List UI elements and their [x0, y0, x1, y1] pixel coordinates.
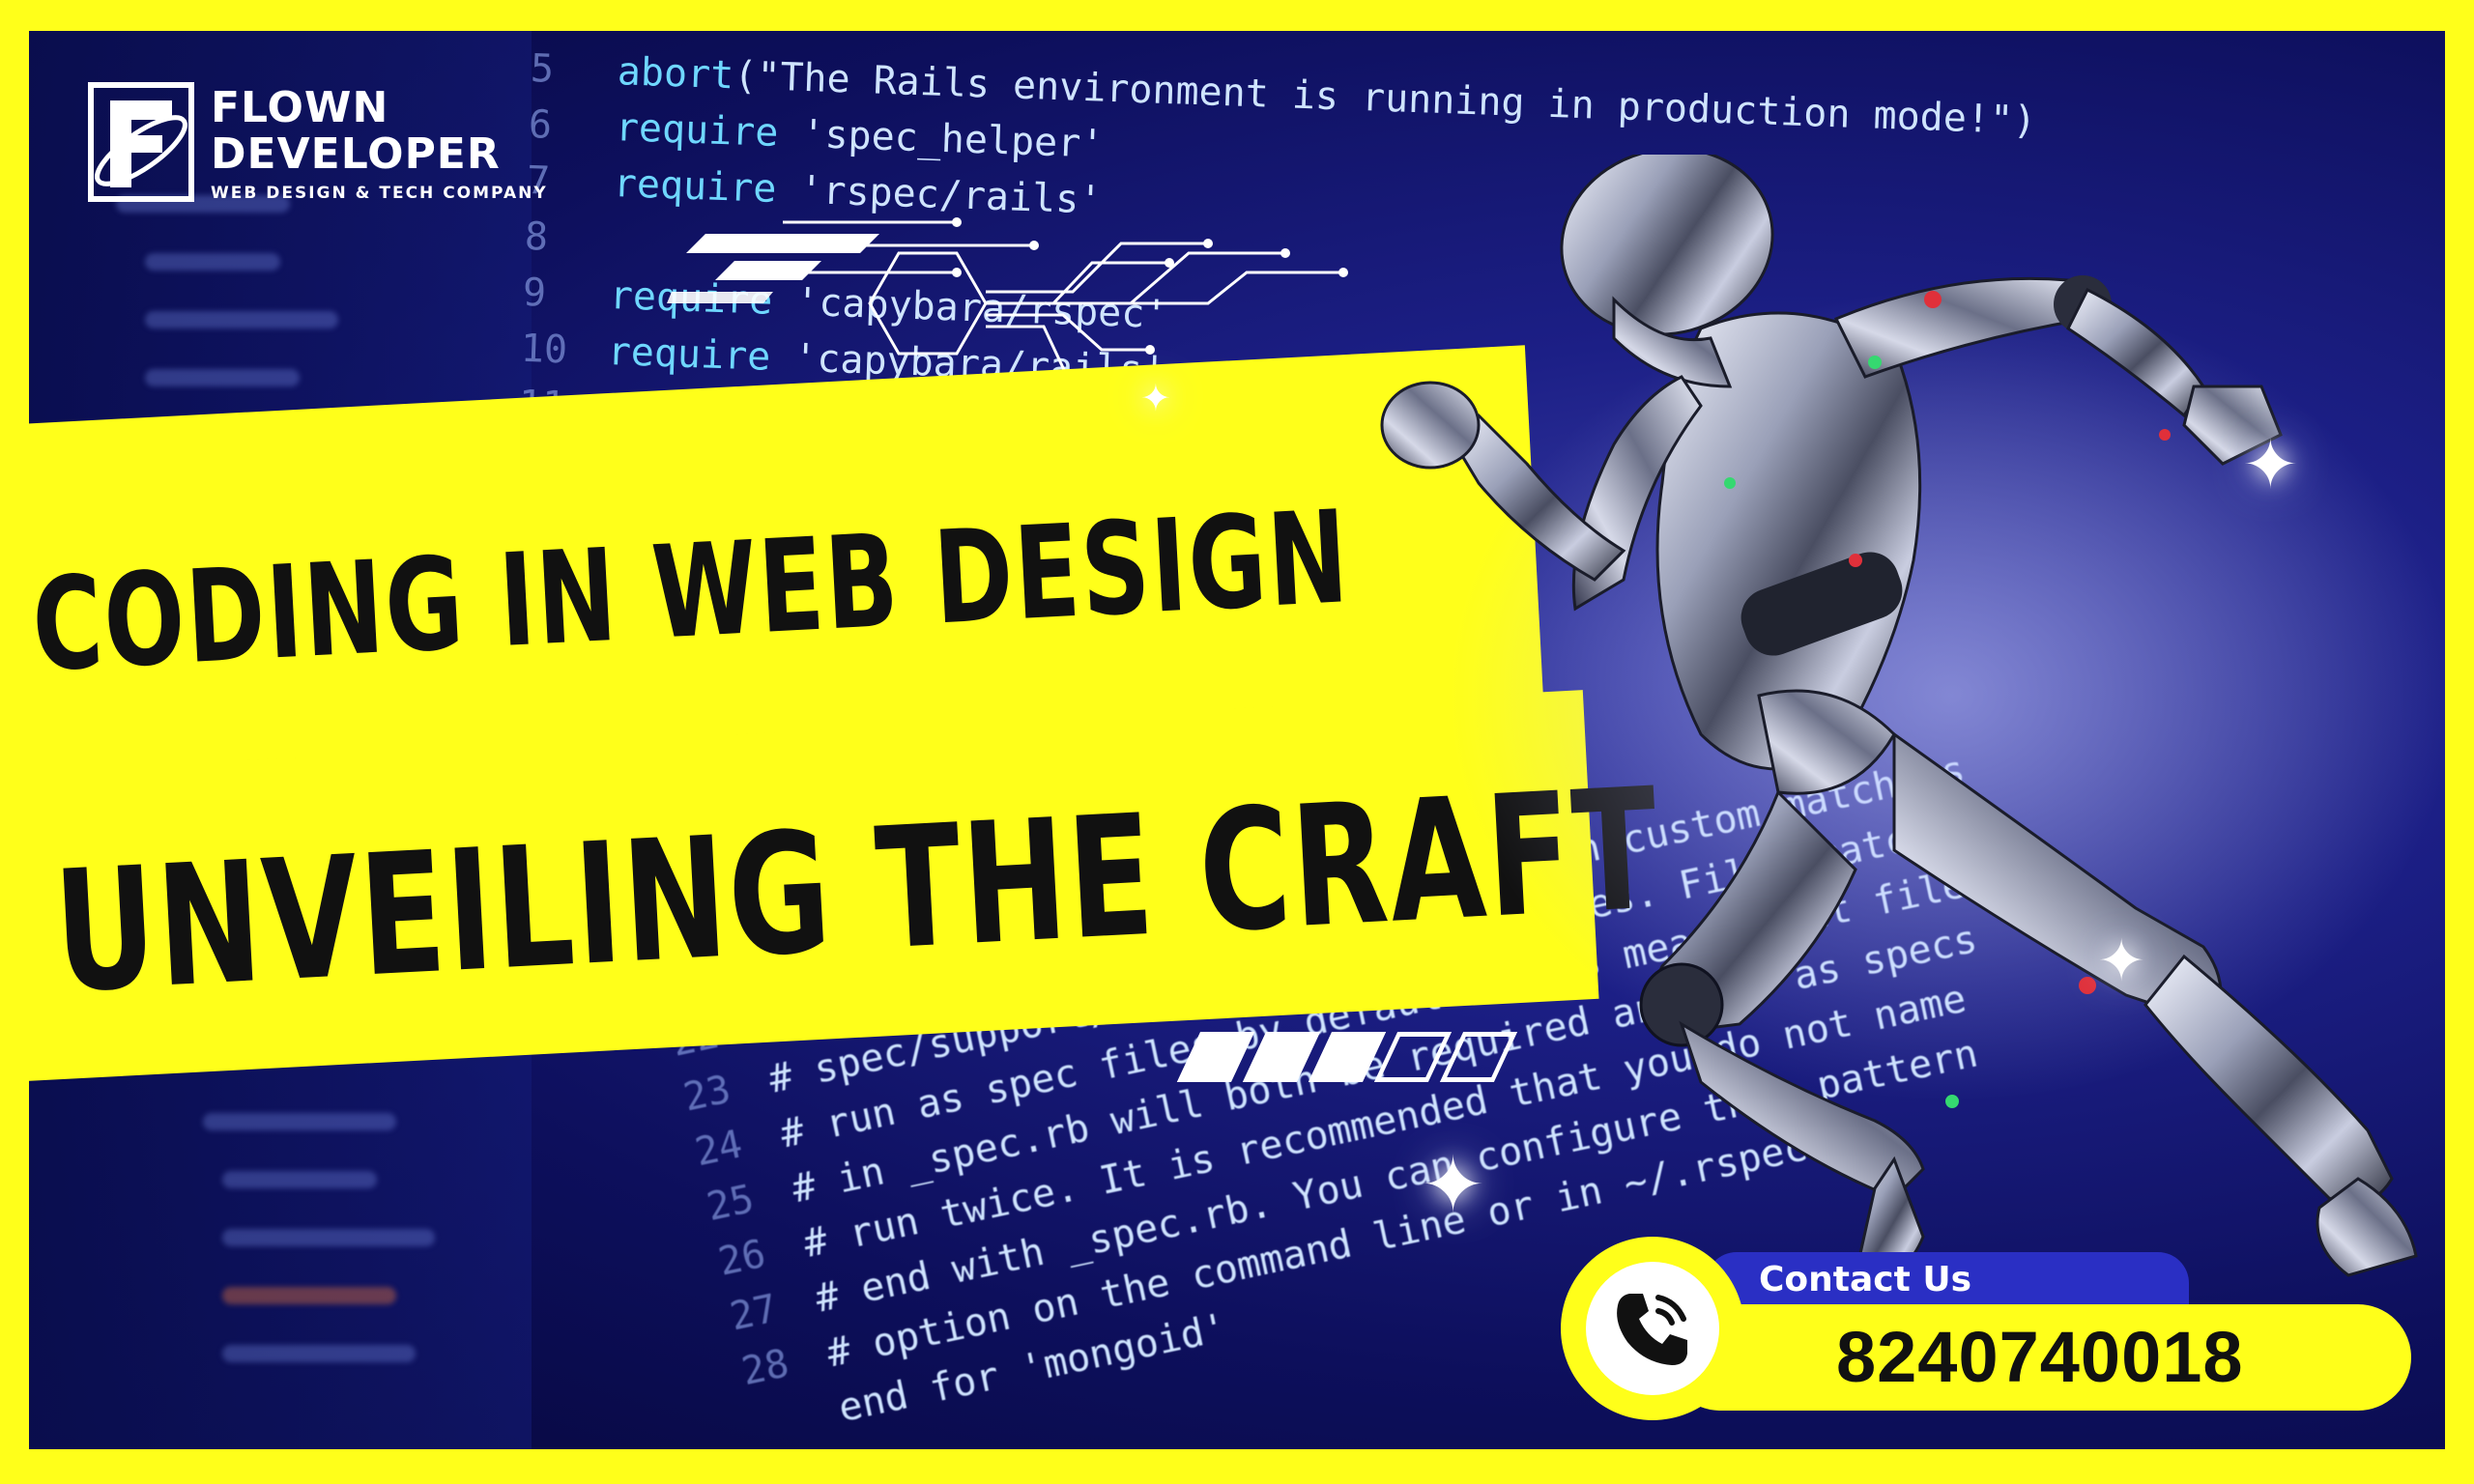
brand-logo[interactable]: FLOWN DEVELOPER WEB DESIGN & TECH COMPAN…	[83, 81, 548, 207]
line-number: 9	[522, 270, 547, 316]
line-number	[757, 1421, 842, 1440]
phone-icon	[1617, 1294, 1687, 1365]
contact-label: Contact Us	[1759, 1260, 1972, 1299]
logo-mark-icon	[88, 82, 194, 202]
sparkle-icon: ✦	[1421, 1140, 1486, 1230]
line-number: 10	[520, 326, 568, 373]
robot-runner-illustration	[1380, 155, 2445, 1279]
sparkle-icon: ✦	[2097, 928, 2146, 995]
sparkle-icon: ✦	[1140, 377, 1171, 419]
brand-name-line1: FLOWN	[211, 83, 389, 132]
brand-tagline: WEB DESIGN & TECH COMPANY	[211, 184, 548, 203]
phone-number[interactable]: 8240740018	[1836, 1316, 2244, 1398]
code-keyword: abort	[617, 49, 735, 99]
line-number: 8	[524, 214, 549, 260]
sparkle-icon: ✦	[2242, 425, 2299, 504]
brand-name-line2: DEVELOPER	[211, 129, 501, 179]
logo-wordmark: FLOWN DEVELOPER WEB DESIGN & TECH COMPAN…	[211, 83, 548, 204]
phone-icon-badge[interactable]	[1561, 1237, 1744, 1420]
code-keyword: require	[615, 105, 780, 156]
contact-block[interactable]: Contact Us 8240740018	[1561, 1237, 2411, 1420]
code-text: 'spec_helper'	[777, 110, 1106, 167]
